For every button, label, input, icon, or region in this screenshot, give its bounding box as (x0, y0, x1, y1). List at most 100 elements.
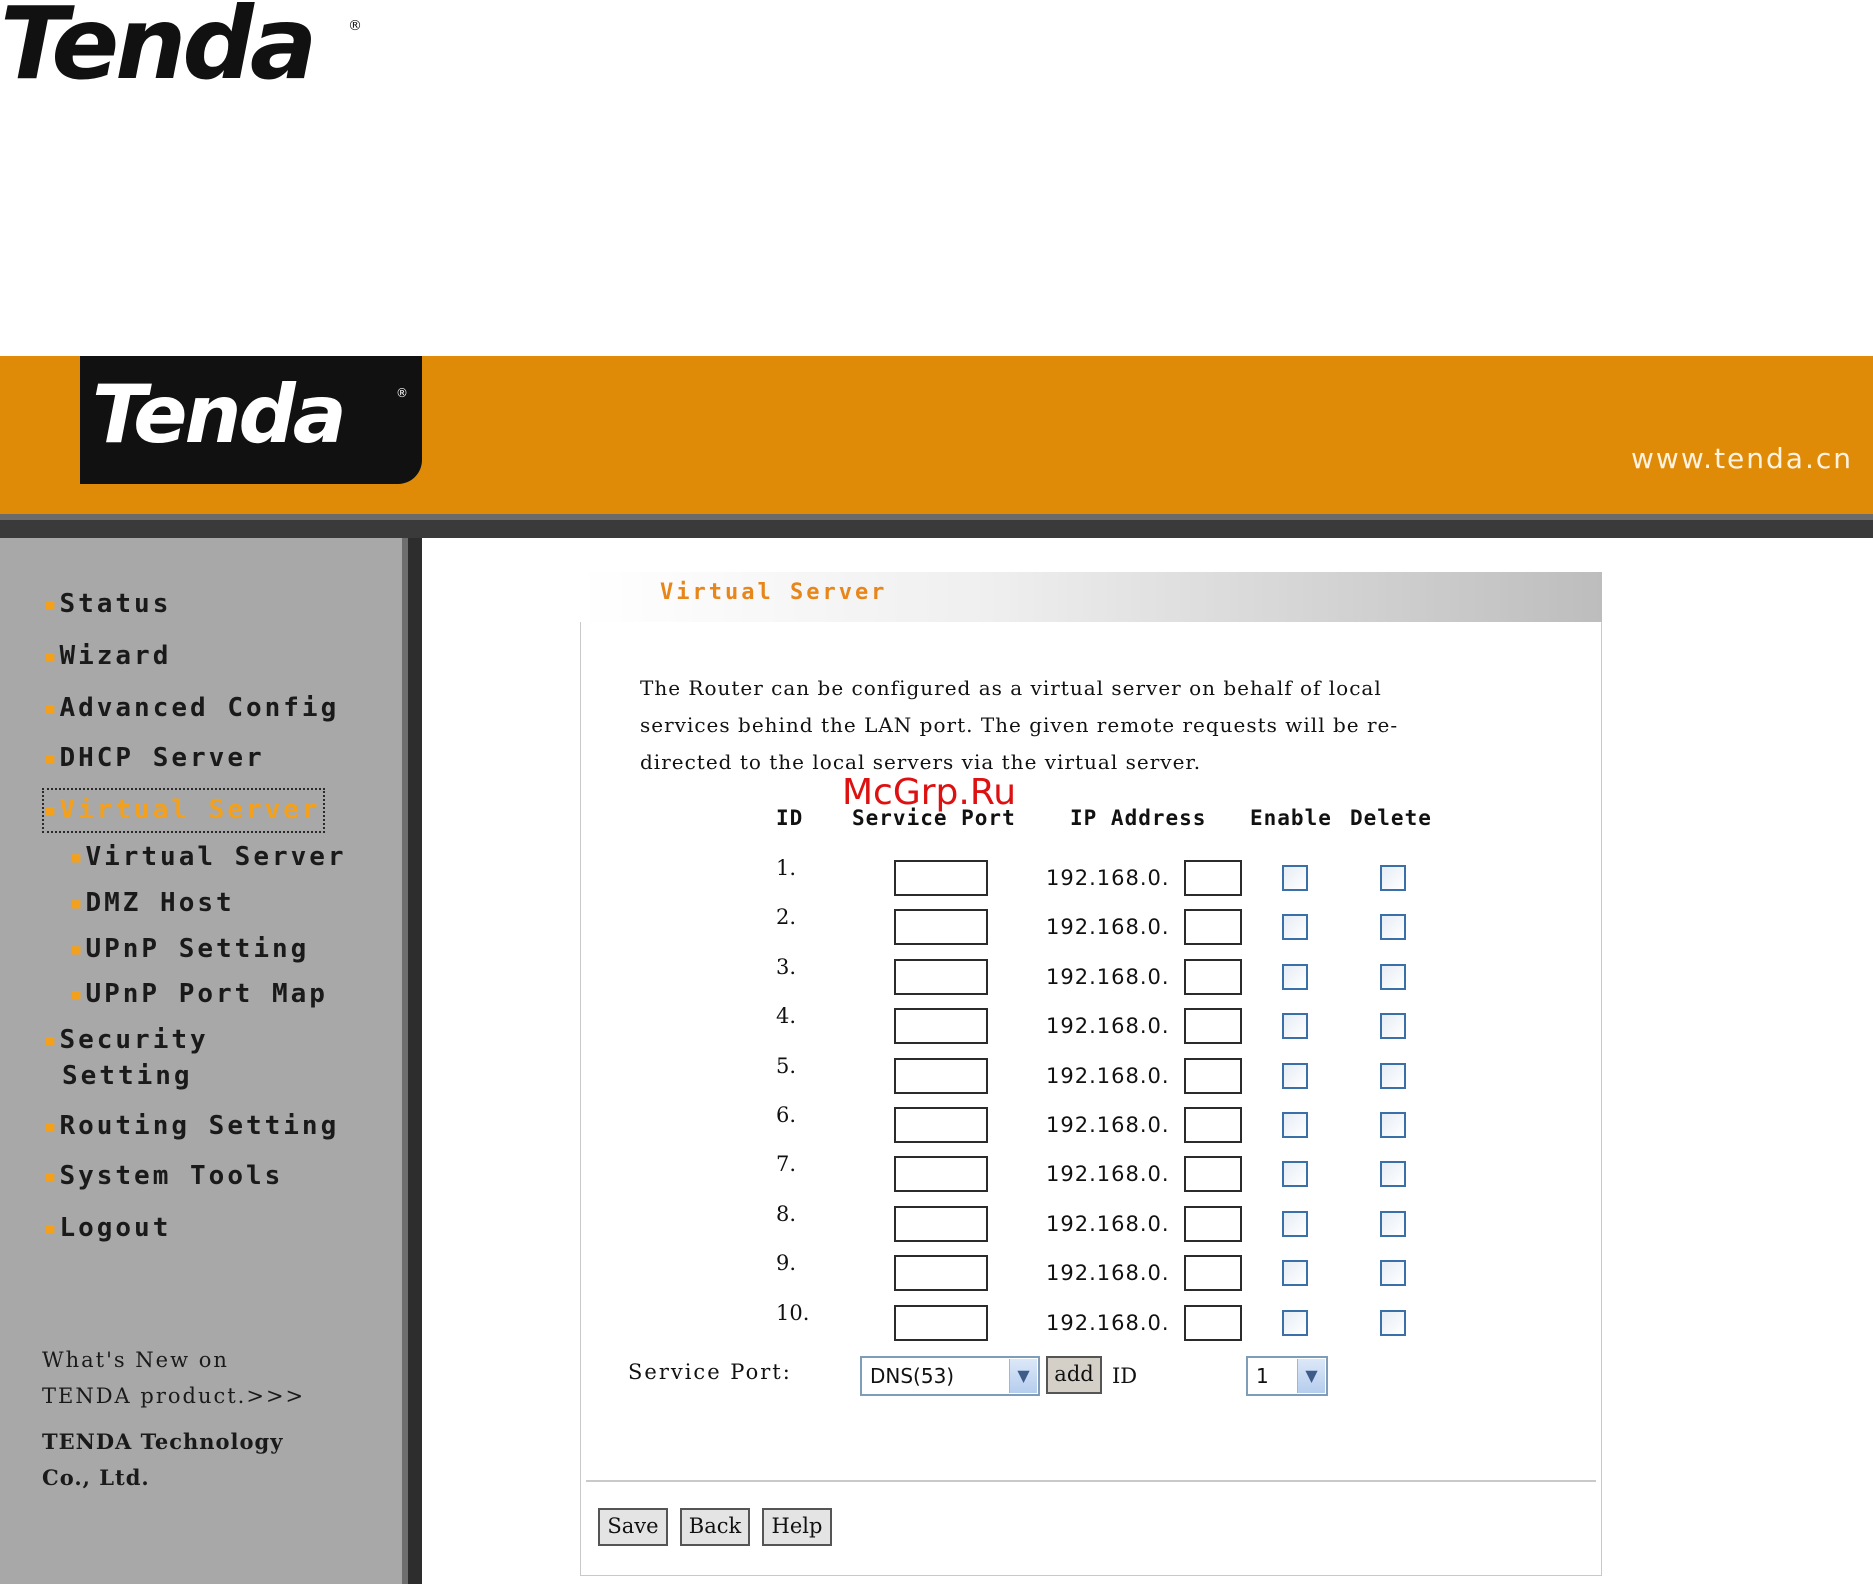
enable-checkbox[interactable] (1282, 914, 1308, 940)
bullet-icon: ■ (46, 648, 58, 665)
ip-prefix: 192.168.0. (1046, 1064, 1170, 1088)
delete-checkbox[interactable] (1380, 914, 1406, 940)
ip-last-octet-input[interactable] (1184, 1255, 1242, 1291)
help-button[interactable]: Help (762, 1508, 832, 1546)
row-id: 1. (776, 856, 797, 880)
doc-logo-reg: ® (348, 18, 362, 34)
service-port-input[interactable] (894, 959, 988, 995)
router-header: Tenda ® www.tenda.cn (0, 356, 1873, 514)
service-port-input[interactable] (894, 1008, 988, 1044)
bullet-icon: ■ (46, 802, 58, 819)
sidebar-item-label: Virtual Server (59, 795, 321, 825)
id-selected: 1 (1256, 1364, 1269, 1388)
sidebar-subitem-virtual-server[interactable]: ■Virtual Server (72, 840, 347, 875)
ip-last-octet-input[interactable] (1184, 959, 1242, 995)
header-url: www.tenda.cn (1631, 442, 1853, 475)
enable-checkbox[interactable] (1282, 1161, 1308, 1187)
ip-last-octet-input[interactable] (1184, 1008, 1242, 1044)
bullet-icon: ■ (46, 596, 58, 613)
sidebar-item-wizard[interactable]: ■Wizard (46, 638, 171, 675)
bullet-icon: ■ (46, 1118, 58, 1135)
service-port-selected: DNS(53) (870, 1364, 955, 1388)
enable-checkbox[interactable] (1282, 1112, 1308, 1138)
sidebar-subitem-label: UPnP Port Map (85, 979, 328, 1009)
enable-checkbox[interactable] (1282, 865, 1308, 891)
bullet-icon: ■ (72, 941, 84, 958)
sidebar-item-label: DHCP Server (59, 743, 265, 773)
service-port-select[interactable]: DNS(53) ▼ (860, 1356, 1040, 1396)
ip-last-octet-input[interactable] (1184, 860, 1242, 896)
delete-checkbox[interactable] (1380, 964, 1406, 990)
id-label: ID (1112, 1364, 1138, 1388)
delete-checkbox[interactable] (1380, 1260, 1406, 1286)
delete-checkbox[interactable] (1380, 1013, 1406, 1039)
enable-checkbox[interactable] (1282, 1260, 1308, 1286)
service-port-input[interactable] (894, 1206, 988, 1242)
sidebar-item-advanced-config[interactable]: ■Advanced Config (46, 690, 339, 727)
column-header-delete: Delete (1350, 806, 1432, 830)
sidebar-item-system-tools[interactable]: ■System Tools (46, 1158, 283, 1195)
delete-checkbox[interactable] (1380, 1310, 1406, 1336)
delete-checkbox[interactable] (1380, 1063, 1406, 1089)
delete-checkbox[interactable] (1380, 1211, 1406, 1237)
ip-prefix: 192.168.0. (1046, 1014, 1170, 1038)
sidebar-item-dhcp-server[interactable]: ■DHCP Server (46, 740, 265, 777)
delete-checkbox[interactable] (1380, 865, 1406, 891)
service-port-input[interactable] (894, 1058, 988, 1094)
row-id: 7. (776, 1152, 797, 1176)
company-name-line2: Co., Ltd. (42, 1465, 150, 1490)
sidebar-subitem-label: DMZ Host (85, 888, 235, 918)
add-button[interactable]: add (1046, 1356, 1102, 1394)
sidebar-item-logout[interactable]: ■Logout (46, 1210, 171, 1247)
ip-last-octet-input[interactable] (1184, 1156, 1242, 1192)
row-id: 5. (776, 1054, 797, 1078)
service-port-input[interactable] (894, 1255, 988, 1291)
ip-prefix: 192.168.0. (1046, 1311, 1170, 1335)
service-port-label: Service Port: (628, 1360, 792, 1384)
sidebar-item-label: Setting (62, 1061, 193, 1091)
bullet-icon: ■ (46, 700, 58, 717)
bullet-icon: ■ (46, 750, 58, 767)
sidebar-subitem-upnp-setting[interactable]: ■UPnP Setting (72, 932, 309, 967)
enable-checkbox[interactable] (1282, 1310, 1308, 1336)
ip-last-octet-input[interactable] (1184, 1305, 1242, 1341)
service-port-input[interactable] (894, 860, 988, 896)
back-button[interactable]: Back (680, 1508, 750, 1546)
chevron-down-icon[interactable]: ▼ (1009, 1359, 1037, 1393)
service-port-input[interactable] (894, 1305, 988, 1341)
ip-last-octet-input[interactable] (1184, 1107, 1242, 1143)
sidebar-subitem-upnp-port-map[interactable]: ■UPnP Port Map (72, 977, 328, 1012)
whats-new-link[interactable]: What's New on (42, 1342, 229, 1378)
sidebar-item-label: Advanced Config (59, 693, 340, 723)
doc-logo-wordmark: Tenda (0, 0, 317, 102)
sidebar-item-security-setting-line2[interactable]: Setting (62, 1058, 193, 1094)
delete-checkbox[interactable] (1380, 1161, 1406, 1187)
sidebar-item-virtual-server[interactable]: ■Virtual Server (42, 788, 325, 833)
page-title: Virtual Server (660, 580, 888, 605)
id-select[interactable]: 1 ▼ (1246, 1356, 1328, 1396)
watermark: McGrp.Ru (842, 772, 1017, 813)
service-port-input[interactable] (894, 909, 988, 945)
enable-checkbox[interactable] (1282, 964, 1308, 990)
sidebar-item-security-setting[interactable]: ■Security (46, 1022, 209, 1059)
service-port-input[interactable] (894, 1156, 988, 1192)
row-id: 2. (776, 905, 797, 929)
delete-checkbox[interactable] (1380, 1112, 1406, 1138)
enable-checkbox[interactable] (1282, 1013, 1308, 1039)
divider (586, 1480, 1596, 1482)
sidebar-item-routing-setting[interactable]: ■Routing Setting (46, 1108, 339, 1145)
header-bar (0, 514, 1873, 538)
bullet-icon: ■ (72, 986, 84, 1003)
sidebar-item-status[interactable]: ■Status (46, 586, 171, 623)
ip-prefix: 192.168.0. (1046, 1113, 1170, 1137)
chevron-down-icon[interactable]: ▼ (1297, 1359, 1325, 1393)
whats-new-link-line2[interactable]: TENDA product.>>> (42, 1378, 305, 1414)
ip-last-octet-input[interactable] (1184, 1058, 1242, 1094)
enable-checkbox[interactable] (1282, 1211, 1308, 1237)
enable-checkbox[interactable] (1282, 1063, 1308, 1089)
sidebar-subitem-dmz-host[interactable]: ■DMZ Host (72, 886, 235, 921)
service-port-input[interactable] (894, 1107, 988, 1143)
ip-last-octet-input[interactable] (1184, 909, 1242, 945)
ip-last-octet-input[interactable] (1184, 1206, 1242, 1242)
save-button[interactable]: Save (598, 1508, 668, 1546)
